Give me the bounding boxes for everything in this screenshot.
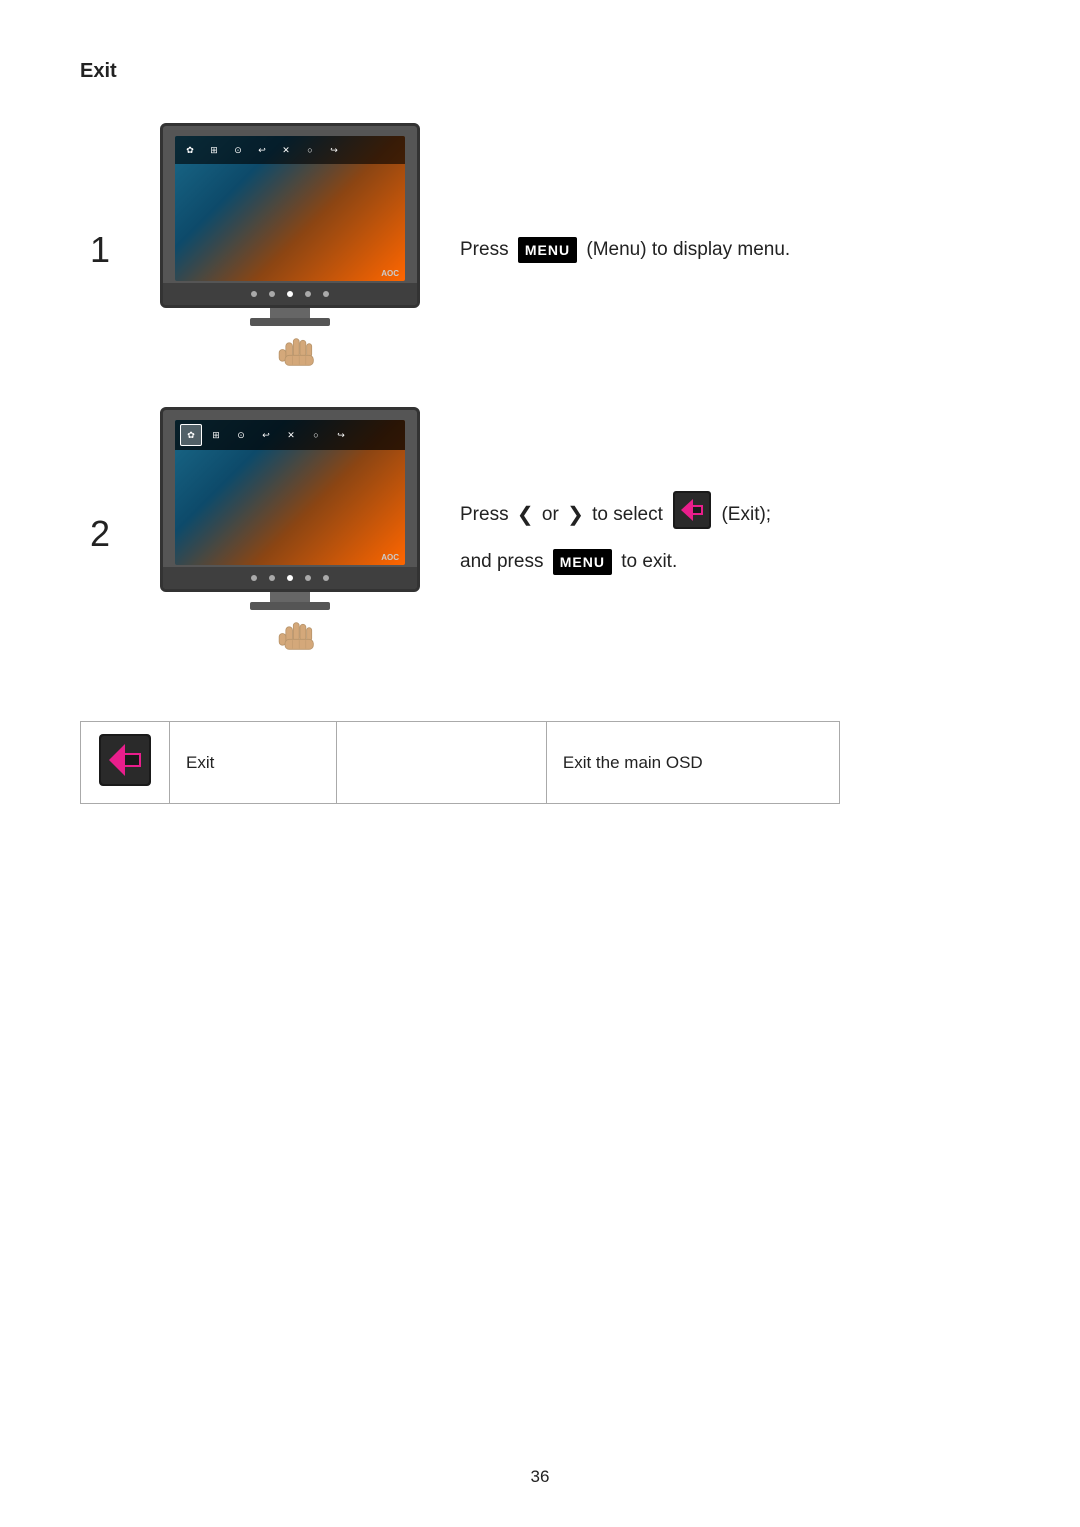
dot-5: [323, 291, 329, 297]
step-1-number: 1: [80, 229, 120, 271]
osd-s-item-4: ↩: [255, 424, 277, 446]
exit-icon-inline: [673, 491, 711, 539]
table-exit-label: Exit: [186, 753, 214, 772]
monitor-brand-2: AOC: [381, 553, 399, 562]
hand-svg-2: [265, 606, 315, 656]
table-label-cell: Exit: [169, 722, 337, 804]
step-2-number: 2: [80, 513, 120, 555]
hand-icon-2: [265, 606, 315, 661]
step-1-desc: Press MENU (Menu) to display menu.: [460, 235, 1000, 265]
step-1-press: Press: [460, 239, 509, 260]
step-2-press: Press: [460, 504, 509, 525]
monitor-bar-1: [163, 283, 417, 305]
step-2-line2: and press MENU to exit.: [460, 547, 1000, 577]
step-2-row: 2 ✿ ⊞ ⊙ ↩ ✕ ○ ↪: [80, 407, 1000, 661]
hand-svg-1: [265, 322, 315, 372]
osd-item-3: ⊙: [227, 139, 249, 161]
monitor-stand-1: [270, 308, 310, 318]
step-1-menu-badge: MENU: [518, 237, 577, 263]
monitor-stand-2: [270, 592, 310, 602]
dot-b2: [269, 575, 275, 581]
step-2-or: or: [542, 504, 559, 525]
monitor-frame-1: ✿ ⊞ ⊙ ↩ ✕ ○ ↪ AOC: [160, 123, 420, 308]
osd-item-7: ↪: [323, 139, 345, 161]
monitor-screen-1: ✿ ⊞ ⊙ ↩ ✕ ○ ↪ AOC: [175, 136, 405, 281]
monitor-frame-2: ✿ ⊞ ⊙ ↩ ✕ ○ ↪ AOC: [160, 407, 420, 592]
steps-area: 1 ✿ ⊞ ⊙ ↩ ✕ ○ ↪: [80, 123, 1000, 661]
page-title: Exit: [80, 60, 1000, 83]
monitor-screen-2: ✿ ⊞ ⊙ ↩ ✕ ○ ↪ AOC: [175, 420, 405, 565]
table-exit-icon: [99, 734, 151, 786]
step-1-row: 1 ✿ ⊞ ⊙ ↩ ✕ ○ ↪: [80, 123, 1000, 377]
monitor-base-1: [250, 318, 330, 326]
dot-b4: [305, 575, 311, 581]
osd-menu-bar-1: ✿ ⊞ ⊙ ↩ ✕ ○ ↪: [175, 136, 405, 164]
osd-s-item-3: ⊙: [230, 424, 252, 446]
step-2-line1: Press ❮ or ❯ to select: [460, 491, 1000, 539]
dot-b5: [323, 575, 329, 581]
table-icon-cell: [81, 722, 170, 804]
step-2-exit-label: (Exit);: [721, 504, 771, 525]
dot-3: [287, 291, 293, 297]
monitor-1: ✿ ⊞ ⊙ ↩ ✕ ○ ↪ AOC: [160, 123, 420, 318]
osd-item-6: ○: [299, 139, 321, 161]
arrow-right-icon: ❯: [567, 499, 584, 531]
osd-s-item-2: ⊞: [205, 424, 227, 446]
osd-item-2: ⊞: [203, 139, 225, 161]
step-2-to-exit: to exit.: [621, 551, 677, 572]
table-desc-cell: Exit the main OSD: [546, 722, 839, 804]
step-2-desc: Press ❮ or ❯ to select: [460, 491, 1000, 578]
monitor-bar-2: [163, 567, 417, 589]
page-number: 36: [531, 1467, 550, 1487]
step-2-to-select: to select: [592, 504, 663, 525]
step-1-image: ✿ ⊞ ⊙ ↩ ✕ ○ ↪ AOC: [160, 123, 420, 377]
osd-s-item-7: ↪: [330, 424, 352, 446]
osd-item-5: ✕: [275, 139, 297, 161]
monitor-2: ✿ ⊞ ⊙ ↩ ✕ ○ ↪ AOC: [160, 407, 420, 602]
exit-icon-svg: [673, 491, 711, 529]
monitor-brand-1: AOC: [381, 269, 399, 278]
dot-b3: [287, 575, 293, 581]
dot-4: [305, 291, 311, 297]
osd-s-item-6: ○: [305, 424, 327, 446]
dot-1: [251, 291, 257, 297]
monitor-base-2: [250, 602, 330, 610]
table-description: Exit the main OSD: [563, 753, 703, 772]
osd-selected-bar: ✿ ⊞ ⊙ ↩ ✕ ○ ↪: [175, 420, 405, 450]
step-2-image: ✿ ⊞ ⊙ ↩ ✕ ○ ↪ AOC: [160, 407, 420, 661]
step-2-and-press: and press: [460, 551, 543, 572]
table-empty-cell: [337, 722, 546, 804]
reference-table: Exit Exit the main OSD: [80, 721, 840, 804]
arrow-left-icon: ❮: [517, 499, 534, 531]
osd-s-item-1: ✿: [180, 424, 202, 446]
table-row: Exit Exit the main OSD: [81, 722, 840, 804]
page-content: Exit 1 ✿ ⊞ ⊙ ↩ ✕: [0, 0, 1080, 864]
dot-b1: [251, 575, 257, 581]
hand-icon-1: [265, 322, 315, 377]
osd-item-1: ✿: [179, 139, 201, 161]
osd-s-item-5: ✕: [280, 424, 302, 446]
step-2-menu-badge: MENU: [553, 549, 612, 575]
dot-2: [269, 291, 275, 297]
step-1-desc-suffix: (Menu) to display menu.: [586, 239, 790, 260]
osd-item-4: ↩: [251, 139, 273, 161]
